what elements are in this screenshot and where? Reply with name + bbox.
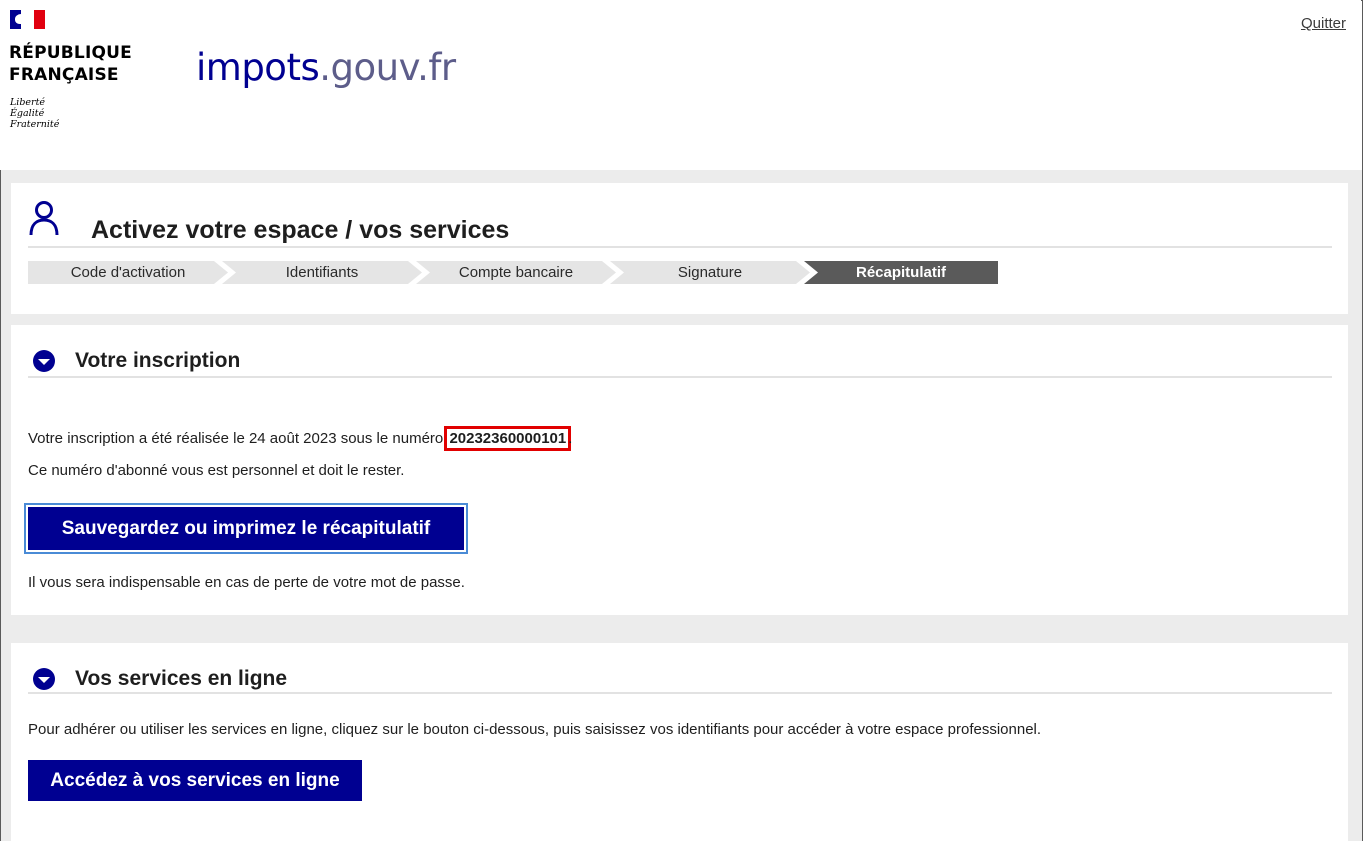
steps-panel [11, 183, 1348, 314]
site-header: RÉPUBLIQUE FRANÇAISE Liberté Égalité Fra… [0, 0, 1361, 170]
site-logo-sub: .gouv.fr [319, 46, 456, 89]
republic-line2: FRANÇAISE [9, 65, 119, 85]
step-signature: Signature [610, 261, 810, 284]
inscription-title: Votre inscription [75, 349, 241, 372]
access-services-button[interactable]: Accédez à vos services en ligne [28, 760, 362, 801]
quit-link[interactable]: Quitter [1301, 15, 1346, 32]
password-note: Il vous sera indispensable en cas de per… [28, 574, 465, 591]
site-logo-main: impots [196, 46, 320, 89]
chevron-down-icon [33, 350, 55, 372]
services-divider [28, 692, 1332, 694]
motto-liberte: Liberté [10, 97, 46, 108]
subscriber-notice: Ce numéro d'abonné vous est personnel et… [28, 462, 405, 479]
page-title: Activez votre espace / vos services [91, 216, 510, 244]
subscriber-number: 20232360000101 [444, 426, 572, 451]
title-divider [28, 246, 1332, 248]
republic-line1: RÉPUBLIQUE [9, 43, 132, 63]
services-title: Vos services en ligne [75, 667, 288, 690]
marianne-flag-icon [10, 10, 45, 29]
step-code-activation: Code d'activation [28, 261, 228, 284]
motto-egalite: Égalité [10, 108, 45, 119]
chevron-down-icon [33, 668, 55, 690]
services-description: Pour adhérer ou utiliser les services en… [28, 721, 1042, 738]
inscription-confirmation: Votre inscription a été réalisée le 24 a… [28, 426, 573, 451]
site-logo[interactable]: impots.gouv.fr [196, 46, 456, 89]
progress-stepper: Code d'activation Identifiants Compte ba… [28, 261, 998, 284]
republic-title: RÉPUBLIQUE FRANÇAISE [9, 42, 132, 86]
inscription-divider [28, 376, 1332, 378]
republic-motto: Liberté Égalité Fraternité [10, 97, 59, 130]
step-compte-bancaire: Compte bancaire [416, 261, 616, 284]
step-recapitulatif: Récapitulatif [804, 261, 998, 284]
user-icon [29, 201, 59, 236]
save-summary-button[interactable]: Sauvegardez ou imprimez le récapitulatif [24, 503, 468, 554]
step-identifiants: Identifiants [222, 261, 422, 284]
motto-fraternite: Fraternité [10, 119, 60, 130]
confirmation-suffix: . [568, 430, 573, 447]
confirmation-prefix: Votre inscription a été réalisée le 24 a… [28, 430, 448, 447]
